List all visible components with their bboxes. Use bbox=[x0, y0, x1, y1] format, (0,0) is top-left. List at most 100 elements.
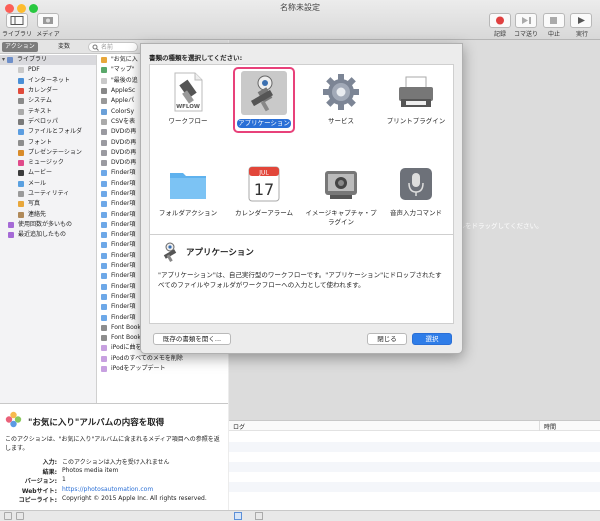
action-icon bbox=[101, 77, 107, 84]
log-column-header[interactable]: ログ bbox=[233, 422, 245, 431]
action-label: Finder項 bbox=[111, 200, 136, 208]
list-view-icon[interactable] bbox=[234, 512, 242, 520]
category-icon bbox=[8, 232, 14, 239]
info-detail-key: バージョン: bbox=[24, 478, 57, 485]
category-icon bbox=[18, 88, 24, 95]
search-field[interactable]: 名前 bbox=[88, 42, 138, 52]
sidebar-item[interactable]: ▾ ライブラリ bbox=[0, 55, 96, 66]
description-text: "アプリケーション"は、自己実行型のワークフローです。"アプリケーション"にドロ… bbox=[158, 271, 442, 289]
sidebar-item[interactable]: 最近追加したもの bbox=[0, 230, 96, 240]
sidebar-item[interactable]: ムービー bbox=[0, 168, 96, 178]
media-button[interactable] bbox=[37, 13, 59, 28]
library-toggle-button[interactable] bbox=[6, 13, 28, 28]
calendar-icon: JUL 17 bbox=[243, 163, 285, 205]
action-label: AppleSc bbox=[111, 87, 136, 95]
sidebar-item[interactable]: 使用回数が多いもの bbox=[0, 220, 96, 230]
info-detail-row: Webサイト: https://photosautomation.com bbox=[0, 486, 228, 496]
action-list-item[interactable]: iPodをアップデート bbox=[98, 364, 228, 374]
sidebar-item[interactable]: デベロッパ bbox=[0, 117, 96, 127]
step-icon bbox=[522, 17, 531, 24]
info-detail-value: このアクションは入力を受け入れません bbox=[62, 459, 170, 466]
category-icon bbox=[18, 129, 24, 136]
info-details: 入力: このアクションは入力を受け入れません 結果: Photos media ite… bbox=[0, 457, 228, 505]
sidebar-item[interactable]: ファイルとフォルダ bbox=[0, 127, 96, 137]
category-icon bbox=[18, 211, 24, 218]
sidebar-item[interactable]: システム bbox=[0, 96, 96, 106]
category-icon bbox=[7, 57, 14, 64]
sidebar-item[interactable]: カレンダー bbox=[0, 86, 96, 96]
time-column-header[interactable]: 時間 bbox=[544, 422, 556, 431]
info-detail-value: Copyright © 2015 Apple Inc. All rights r… bbox=[62, 495, 207, 502]
sidebar-item[interactable]: PDF bbox=[0, 65, 96, 75]
type-application[interactable]: アプリケーション bbox=[228, 65, 300, 155]
sidebar-item-label: ファイルとフォルダ bbox=[28, 128, 83, 136]
sidebar-item-label: 最近追加したもの bbox=[18, 231, 67, 239]
type-label: フォルダアクション bbox=[158, 209, 218, 217]
website-link[interactable]: https://photosautomation.com bbox=[62, 486, 153, 493]
record-button[interactable] bbox=[489, 13, 511, 28]
sidebar-item[interactable]: ユーティリティ bbox=[0, 189, 96, 199]
action-icon bbox=[101, 355, 107, 362]
tab-actions[interactable]: アクション bbox=[2, 42, 38, 52]
printer-icon bbox=[395, 71, 437, 113]
action-label: Finder項 bbox=[111, 220, 136, 228]
type-print-plugin[interactable]: プリントプラグイン bbox=[380, 65, 452, 155]
action-icon bbox=[101, 273, 107, 280]
step-button[interactable] bbox=[515, 13, 537, 28]
sidebar-item[interactable]: プレゼンテーション bbox=[0, 148, 96, 158]
type-service[interactable]: サービス bbox=[305, 65, 377, 155]
action-list-item[interactable]: iPodのすべてのメモを削除 bbox=[98, 354, 228, 364]
type-label: イメージキャプチャ・プラグイン bbox=[305, 209, 377, 226]
sidebar-item-label: PDF bbox=[28, 66, 40, 74]
sidebar-item-label: メール bbox=[28, 179, 47, 187]
log-pane: ログ 時間 bbox=[229, 420, 600, 510]
action-label: Finder項 bbox=[111, 169, 136, 177]
sidebar-item[interactable]: テキスト bbox=[0, 106, 96, 116]
workflow-document-icon: WFLOW bbox=[167, 71, 209, 113]
action-label: Finder項 bbox=[111, 179, 136, 187]
automator-robot-icon bbox=[241, 71, 287, 115]
action-label: Appleパ bbox=[111, 97, 135, 105]
sidebar-item[interactable]: ミュージック bbox=[0, 158, 96, 168]
action-label: "最後の追 bbox=[111, 76, 138, 84]
close-button[interactable]: 閉じる bbox=[367, 333, 407, 345]
action-label: CSVを表 bbox=[111, 117, 136, 125]
action-icon bbox=[101, 324, 107, 331]
category-icon bbox=[18, 77, 24, 84]
description-title: アプリケーション bbox=[186, 248, 254, 258]
action-icon bbox=[101, 335, 107, 342]
stop-button[interactable] bbox=[543, 13, 565, 28]
open-existing-button[interactable]: 既存の書類を開く... bbox=[153, 333, 231, 345]
choose-button[interactable]: 選択 bbox=[412, 333, 452, 345]
type-workflow[interactable]: WFLOW ワークフロー bbox=[152, 65, 224, 155]
action-icon bbox=[101, 118, 107, 125]
media-label: メディア bbox=[36, 31, 60, 38]
stop-icon bbox=[550, 17, 557, 24]
action-icon bbox=[101, 263, 107, 270]
sidebar-item[interactable]: インターネット bbox=[0, 76, 96, 86]
sidebar-item[interactable]: 連絡先 bbox=[0, 209, 96, 219]
run-label: 実行 bbox=[575, 31, 588, 38]
action-label: Finder項 bbox=[111, 313, 136, 321]
action-label: Finder項 bbox=[111, 262, 136, 270]
sidebar-item-label: カレンダー bbox=[28, 87, 59, 95]
settings-icon[interactable] bbox=[4, 512, 12, 520]
camera-icon bbox=[320, 163, 362, 205]
action-icon bbox=[101, 242, 107, 249]
chevron-down-icon[interactable] bbox=[16, 512, 24, 520]
disclosure-icon[interactable]: ▾ bbox=[2, 55, 5, 65]
info-detail-row: コピーライト: Copyright © 2015 Apple Inc. All r… bbox=[0, 495, 228, 505]
sidebar-item[interactable]: メール bbox=[0, 179, 96, 189]
sidebar-item[interactable]: 写真 bbox=[0, 199, 96, 209]
sidebar-item-label: フォント bbox=[28, 138, 53, 146]
sidebar-item[interactable]: フォント bbox=[0, 137, 96, 147]
type-label: 音声入力コマンド bbox=[390, 209, 442, 217]
sidebar-item-label: プレゼンテーション bbox=[28, 148, 82, 156]
action-icon bbox=[101, 139, 107, 146]
tab-variables[interactable]: 変数 bbox=[55, 42, 73, 52]
info-detail-value: 1 bbox=[62, 476, 66, 483]
category-icon bbox=[18, 191, 24, 197]
run-button[interactable] bbox=[570, 13, 592, 28]
grid-view-icon[interactable] bbox=[255, 512, 263, 520]
category-icon bbox=[18, 108, 24, 115]
